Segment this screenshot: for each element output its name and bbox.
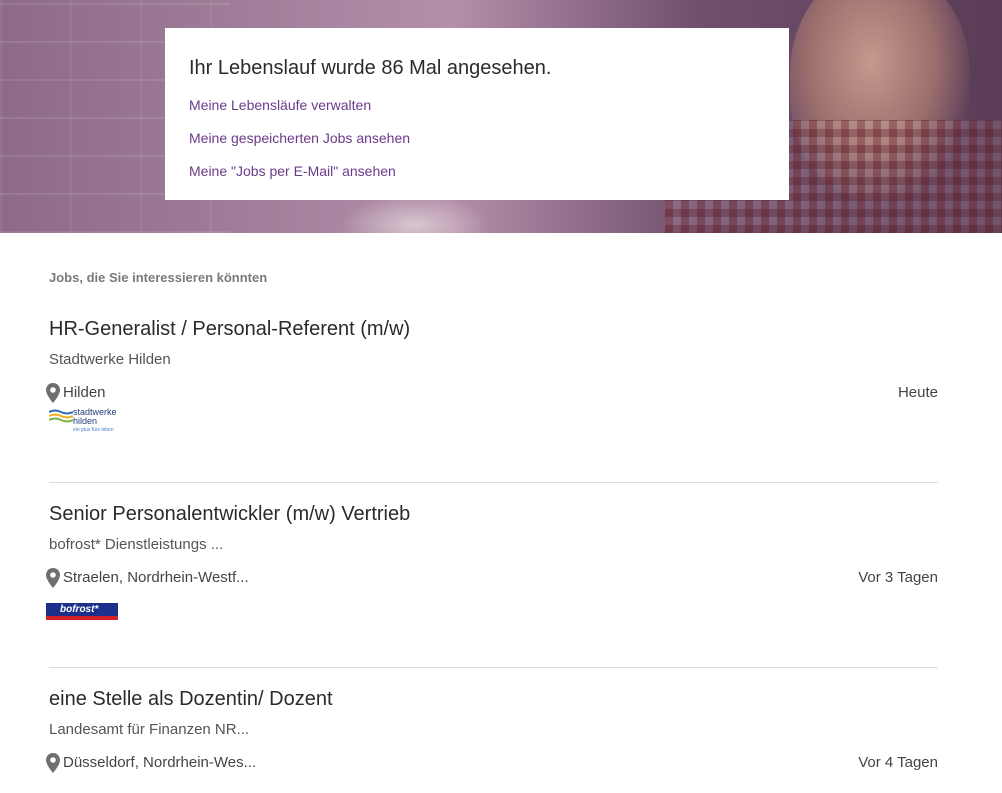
email-jobs-link[interactable]: Meine "Jobs per E-Mail" ansehen (189, 163, 765, 180)
company-logo-bofrost: bofrost* (46, 600, 118, 620)
job-title[interactable]: Senior Personalentwickler (m/w) Vertrieb (49, 502, 938, 526)
job-location: Straelen, Nordrhein-Westf... (46, 568, 249, 588)
job-company: Stadtwerke Hilden (49, 351, 171, 368)
job-meta: Straelen, Nordrhein-Westf... Vor 3 Tagen (46, 568, 938, 588)
job-location-text: Straelen, Nordrhein-Westf... (63, 569, 249, 586)
job-location-text: Düsseldorf, Nordrhein-Wes... (63, 754, 257, 771)
manage-resumes-link[interactable]: Meine Lebensläufe verwalten (189, 97, 765, 114)
job-date: Heute (897, 384, 938, 401)
job-divider (49, 667, 938, 668)
job-company: bofrost* Dienstleistungs ... (49, 536, 224, 553)
stadtwerke-logo: stadtwerke hilden ein plus fürs leben (49, 407, 125, 441)
hero-hair-image (340, 195, 490, 233)
stadtwerke-logo-tagline: ein plus fürs leben (73, 427, 114, 433)
job-meta: Düsseldorf, Nordrhein-Wes... Vor 4 Tagen (46, 753, 938, 773)
map-pin-icon (46, 753, 60, 773)
job-location: Hilden (46, 383, 106, 403)
job-title[interactable]: eine Stelle als Dozentin/ Dozent (49, 687, 938, 711)
job-company: Landesamt für Finanzen NR... (49, 721, 250, 738)
section-title: Jobs, die Sie interessieren könnten (49, 270, 268, 285)
resume-summary-card: Ihr Lebenslauf wurde 86 Mal angesehen. M… (165, 28, 789, 200)
job-date: Vor 3 Tagen (858, 569, 938, 586)
job-divider (49, 482, 938, 483)
resume-views-title: Ihr Lebenslauf wurde 86 Mal angesehen. (189, 57, 552, 79)
job-title[interactable]: HR-Generalist / Personal-Referent (m/w) (49, 317, 938, 341)
job-card[interactable]: Senior Personalentwickler (m/w) Vertrieb… (46, 502, 938, 620)
map-pin-icon (46, 568, 60, 588)
job-meta: Hilden Heute (46, 383, 938, 403)
bofrost-logo-text: bofrost* (60, 604, 99, 615)
stadtwerke-logo-line2: hilden (73, 416, 98, 426)
job-card[interactable]: eine Stelle als Dozentin/ Dozent Landesa… (46, 687, 938, 773)
job-location-text: Hilden (63, 384, 106, 401)
hero-banner: Ihr Lebenslauf wurde 86 Mal angesehen. M… (0, 0, 1002, 233)
company-logo-stadtwerke-hilden: stadtwerke hilden ein plus fürs leben (49, 407, 938, 441)
card-links: Meine Lebensläufe verwalten Meine gespei… (189, 97, 765, 180)
map-pin-icon (46, 383, 60, 403)
job-location: Düsseldorf, Nordrhein-Wes... (46, 753, 257, 773)
job-date: Vor 4 Tagen (858, 754, 938, 771)
job-card[interactable]: HR-Generalist / Personal-Referent (m/w) … (46, 317, 938, 441)
saved-jobs-link[interactable]: Meine gespeicherten Jobs ansehen (189, 130, 765, 147)
stadtwerke-logo-mark (49, 409, 73, 423)
